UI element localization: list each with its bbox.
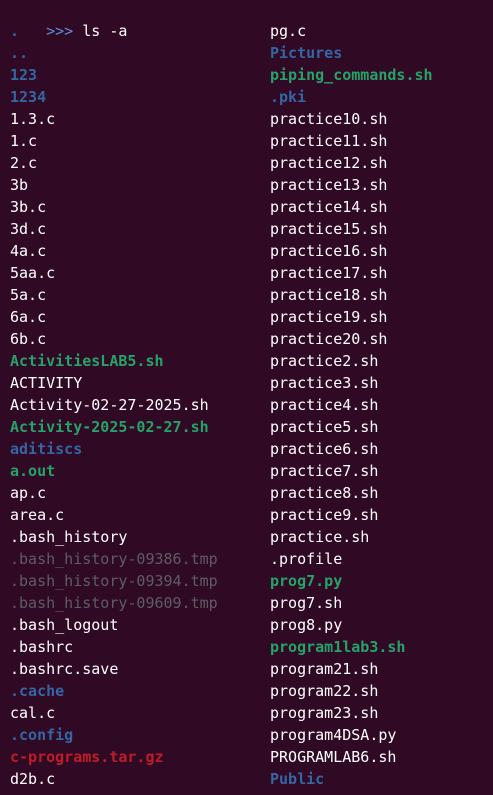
directory-entry: Pictures <box>270 44 343 62</box>
file-entry: 2.c <box>10 154 38 172</box>
file-entry: practice6.sh <box>270 440 379 458</box>
file-entry: 1.c <box>10 132 38 150</box>
directory-entry: .cache <box>10 682 65 700</box>
ls-column-left: ... 123 1234 1.3.c 1.c 2.c 3b 3b.c 3d.c 4a.c 5aa.c… <box>10 20 270 790</box>
file-entry: practice3.sh <box>270 374 379 392</box>
file-entry: 4a.c <box>10 242 47 260</box>
temp-file-entry: .bash_history-09394.tmp <box>10 572 218 590</box>
file-entry: practice9.sh <box>270 506 379 524</box>
file-entry: practice10.sh <box>270 110 388 128</box>
file-entry: program4DSA.py <box>270 726 397 744</box>
ls-output: ... 123 1234 1.3.c 1.c 2.c 3b 3b.c 3d.c 4a.c 5aa.c… <box>10 20 493 790</box>
prompt-line: >>> ls -a <box>10 0 493 40</box>
file-entry: practice16.sh <box>270 242 388 260</box>
file-entry: 3b <box>10 176 29 194</box>
file-entry: .bashrc <box>10 638 74 656</box>
file-entry: practice15.sh <box>270 220 388 238</box>
file-entry: .bash_history <box>10 528 128 546</box>
file-entry: practice11.sh <box>270 132 388 150</box>
file-entry: 5aa.c <box>10 264 56 282</box>
directory-entry: .pki <box>270 88 307 106</box>
file-entry: ACTIVITY <box>10 374 83 392</box>
file-entry: program21.sh <box>270 660 379 678</box>
file-entry: practice12.sh <box>270 154 388 172</box>
directory-entry: .config <box>10 726 74 744</box>
executable-entry: piping_commands.sh <box>270 66 433 84</box>
temp-file-entry: .bash_history-09386.tmp <box>10 550 218 568</box>
file-entry: practice7.sh <box>270 462 379 480</box>
file-entry: practice4.sh <box>270 396 379 414</box>
ls-column-right: pg.c Pictures piping_commands.sh .pki practi… <box>270 20 493 790</box>
file-entry: practice17.sh <box>270 264 388 282</box>
file-entry: practice5.sh <box>270 418 379 436</box>
file-entry: prog8.py <box>270 616 343 634</box>
file-entry: Activity-02-27-2025.sh <box>10 396 209 414</box>
file-entry: 6b.c <box>10 330 47 348</box>
temp-file-entry: .bash_history-09609.tmp <box>10 594 218 612</box>
directory-entry: Public <box>270 770 325 788</box>
file-entry: 1.3.c <box>10 110 56 128</box>
archive-entry: c-programs.tar.gz <box>10 748 164 766</box>
file-entry: ap.c <box>10 484 47 502</box>
file-entry: 5a.c <box>10 286 47 304</box>
executable-entry: prog7.py <box>270 572 343 590</box>
file-entry: cal.c <box>10 704 56 722</box>
file-entry: area.c <box>10 506 65 524</box>
file-entry: practice19.sh <box>270 308 388 326</box>
file-entry: program23.sh <box>270 704 379 722</box>
file-entry: 3b.c <box>10 198 47 216</box>
file-entry: program22.sh <box>270 682 379 700</box>
file-entry: PROGRAMLAB6.sh <box>270 748 397 766</box>
file-entry: .profile <box>270 550 343 568</box>
file-entry: practice18.sh <box>270 286 388 304</box>
executable-entry: Activity-2025-02-27.sh <box>10 418 209 436</box>
file-entry: 3d.c <box>10 220 47 238</box>
file-entry: 6a.c <box>10 308 47 326</box>
file-entry: pg.c <box>270 22 307 40</box>
file-entry: practice8.sh <box>270 484 379 502</box>
file-entry: practice2.sh <box>270 352 379 370</box>
file-entry: practice13.sh <box>270 176 388 194</box>
file-entry: practice14.sh <box>270 198 388 216</box>
executable-entry: program1lab3.sh <box>270 638 406 656</box>
directory-entry: 123 <box>10 66 38 84</box>
executable-entry: ActivitiesLAB5.sh <box>10 352 164 370</box>
directory-entry: .. <box>10 44 29 62</box>
file-entry: .bashrc.save <box>10 660 119 678</box>
directory-entry: aditiscs <box>10 440 83 458</box>
file-entry: practice.sh <box>270 528 370 546</box>
file-entry: practice20.sh <box>270 330 388 348</box>
directory-entry: . <box>10 22 20 40</box>
file-entry: d2b.c <box>10 770 56 788</box>
file-entry: prog7.sh <box>270 594 343 612</box>
terminal-window[interactable]: >>> ls -a ... 123 1234 1.3.c 1.c 2.c 3b 3b.c 3d.… <box>0 0 493 793</box>
executable-entry: a.out <box>10 462 56 480</box>
directory-entry: 1234 <box>10 88 47 106</box>
file-entry: .bash_logout <box>10 616 119 634</box>
